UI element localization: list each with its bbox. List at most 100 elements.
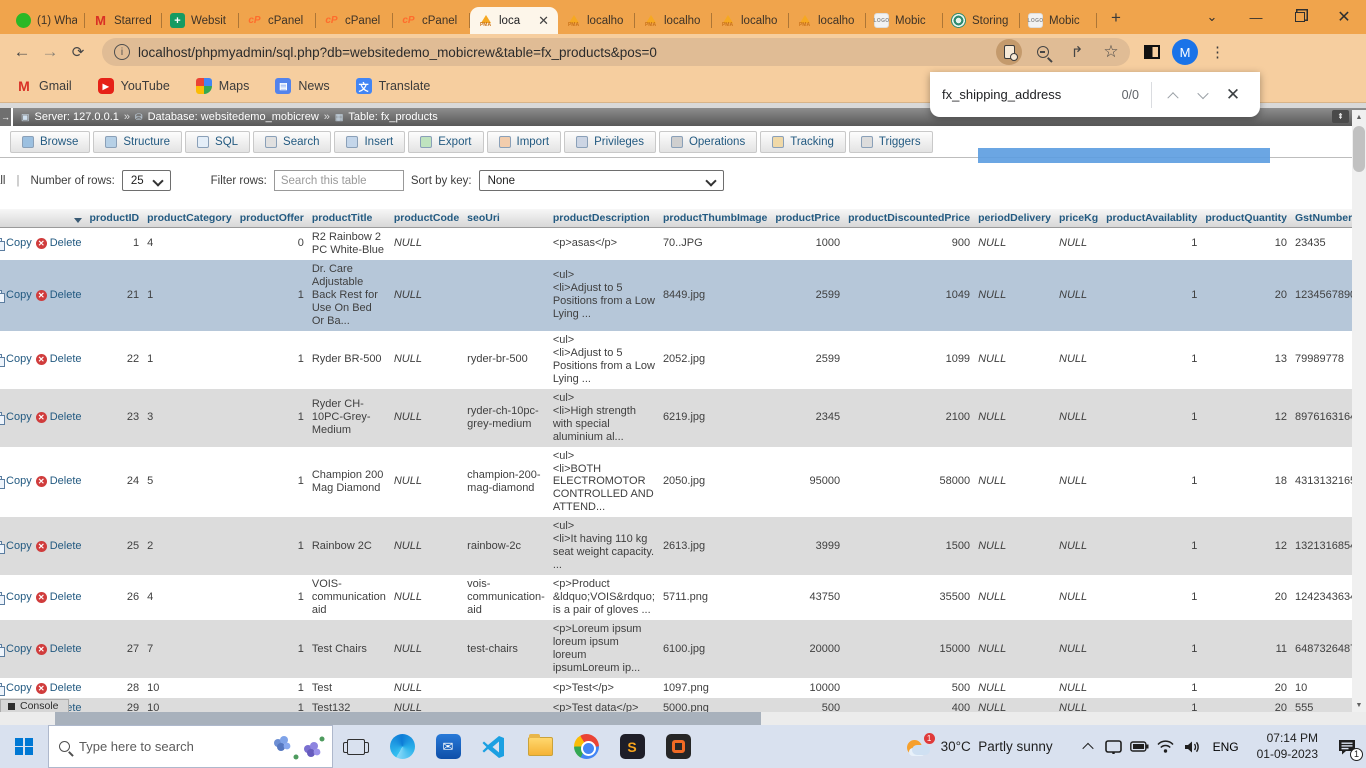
taskbar-app-sublime[interactable]: S — [609, 725, 655, 768]
browser-tab-0[interactable]: (1) Wha — [8, 7, 85, 34]
row-delete-link[interactable]: ✕Delete — [36, 289, 82, 302]
filter-rows-input[interactable] — [274, 170, 404, 191]
sort-by-key-select[interactable]: None — [479, 170, 724, 191]
weather-widget[interactable]: 1 30°C Partly sunny — [907, 736, 1075, 758]
scrollbar-up-arrow[interactable]: ▲ — [1352, 110, 1366, 124]
back-button[interactable]: ← — [8, 38, 36, 66]
browser-tab-7[interactable]: PMAlocalho — [558, 7, 635, 34]
taskbar-app-chrome[interactable] — [563, 725, 609, 768]
forward-button[interactable]: → — [36, 38, 64, 66]
column-header-productTitle[interactable]: productTitle — [308, 209, 390, 228]
find-query-input[interactable]: fx_shipping_address — [942, 87, 1122, 102]
open-nav-panel-icon[interactable]: → — [0, 108, 11, 126]
browser-tab-5[interactable]: cPcPanel — [393, 7, 470, 34]
pma-tab-tracking[interactable]: Tracking — [760, 131, 846, 153]
row-copy-link[interactable]: Copy — [0, 682, 32, 695]
browser-tab-8[interactable]: PMAlocalho — [635, 7, 712, 34]
pma-tab-export[interactable]: Export — [408, 131, 483, 153]
side-panel-icon[interactable] — [1144, 45, 1160, 59]
browser-tab-12[interactable]: Storing — [943, 7, 1020, 34]
bookmark-youtube[interactable]: ▶YouTube — [98, 78, 170, 94]
find-next-button[interactable] — [1188, 80, 1218, 110]
pma-tab-structure[interactable]: Structure — [93, 131, 182, 153]
restore-button[interactable] — [1278, 0, 1322, 34]
profile-avatar[interactable]: M — [1172, 39, 1198, 65]
volume-icon[interactable] — [1179, 725, 1205, 768]
row-delete-link[interactable]: ✕Delete — [36, 643, 82, 656]
start-button[interactable] — [0, 725, 48, 768]
row-delete-link[interactable]: ✕Delete — [36, 540, 82, 553]
row-copy-link[interactable]: Copy — [0, 475, 32, 488]
console-button[interactable]: Console — [0, 699, 69, 713]
row-copy-link[interactable]: Copy — [0, 540, 32, 553]
tray-overflow-chevron-icon[interactable] — [1075, 725, 1101, 768]
scroll-to-top-icon[interactable]: ⇞ — [1332, 110, 1349, 123]
minimize-button[interactable]: — — [1234, 0, 1278, 34]
tab-close-icon[interactable]: ✕ — [537, 13, 550, 29]
notification-center-button[interactable]: 1 — [1328, 725, 1366, 768]
bookmark-star-icon[interactable]: ☆ — [1098, 39, 1124, 65]
row-delete-link[interactable]: ✕Delete — [36, 353, 82, 366]
taskbar-app-mail[interactable]: ✉ — [425, 725, 471, 768]
browser-tab-10[interactable]: PMAlocalho — [789, 7, 866, 34]
bookmark-maps[interactable]: Maps — [196, 78, 250, 94]
bookmark-translate[interactable]: 文Translate — [356, 78, 431, 94]
find-previous-button[interactable] — [1158, 80, 1188, 110]
taskbar-search[interactable]: Type here to search — [48, 725, 333, 768]
row-delete-link[interactable]: ✕Delete — [36, 411, 82, 424]
column-header-productPrice[interactable]: productPrice — [771, 209, 844, 228]
browser-tab-1[interactable]: MStarred — [85, 7, 162, 34]
column-header-productDescription[interactable]: productDescription — [549, 209, 659, 228]
reload-button[interactable]: ⟳ — [64, 38, 92, 66]
row-delete-link[interactable]: ✕Delete — [36, 682, 82, 695]
pma-tab-privileges[interactable]: Privileges — [564, 131, 656, 153]
pma-tab-insert[interactable]: Insert — [334, 131, 405, 153]
browser-tab-6[interactable]: PMAloca✕ — [470, 7, 558, 34]
tab-search-chevron-icon[interactable]: ⌄ — [1190, 0, 1234, 34]
number-of-rows-select[interactable]: 25 — [122, 170, 171, 191]
pma-tab-operations[interactable]: Operations — [659, 131, 757, 153]
row-delete-link[interactable]: ✕Delete — [36, 591, 82, 604]
pma-tab-search[interactable]: Search — [253, 131, 331, 153]
column-header-productDiscountedPrice[interactable]: productDiscountedPrice — [844, 209, 974, 228]
horizontal-scrollbar[interactable] — [0, 712, 1366, 725]
pma-tab-browse[interactable]: Browse — [10, 131, 90, 153]
row-delete-link[interactable]: ✕Delete — [36, 475, 82, 488]
column-header-productOffer[interactable]: productOffer — [236, 209, 308, 228]
address-bar[interactable]: i localhost/phpmyadmin/sql.php?db=websit… — [102, 38, 1130, 66]
cast-icon[interactable] — [1101, 725, 1127, 768]
taskbar-app-explorer[interactable] — [517, 725, 563, 768]
bookmark-news[interactable]: ▤News — [275, 78, 329, 94]
row-copy-link[interactable]: Copy — [0, 289, 32, 302]
zoom-out-icon[interactable] — [1030, 39, 1056, 65]
column-header-productThumbImage[interactable]: productThumbImage — [659, 209, 771, 228]
row-copy-link[interactable]: Copy — [0, 237, 32, 250]
new-tab-button[interactable]: + — [1103, 5, 1129, 31]
select-all-arrow-icon[interactable] — [74, 218, 82, 223]
browser-tab-3[interactable]: cPcPanel — [239, 7, 316, 34]
taskbar-app-orange[interactable] — [655, 725, 701, 768]
row-copy-link[interactable]: Copy — [0, 591, 32, 604]
row-copy-link[interactable]: Copy — [0, 353, 32, 366]
taskbar-app-edge[interactable] — [379, 725, 425, 768]
pma-tab-import[interactable]: Import — [487, 131, 562, 153]
column-header-priceKg[interactable]: priceKg — [1055, 209, 1102, 228]
url-text[interactable]: localhost/phpmyadmin/sql.php?db=websited… — [138, 45, 996, 60]
row-copy-link[interactable]: Copy — [0, 643, 32, 656]
horizontal-scrollbar-thumb[interactable] — [55, 712, 761, 725]
wifi-icon[interactable] — [1153, 725, 1179, 768]
taskbar-app-vscode[interactable] — [471, 725, 517, 768]
find-close-button[interactable]: ✕ — [1218, 80, 1248, 110]
column-header-productCategory[interactable]: productCategory — [143, 209, 236, 228]
share-icon[interactable]: ↱ — [1064, 39, 1090, 65]
column-header-productQuantity[interactable]: productQuantity — [1201, 209, 1291, 228]
column-header-productID[interactable]: productID — [86, 209, 144, 228]
task-view-button[interactable] — [333, 725, 379, 768]
browser-menu-icon[interactable]: ⋮ — [1210, 50, 1224, 55]
vertical-scrollbar-thumb[interactable] — [1353, 126, 1365, 172]
column-header-productAvailablity[interactable]: productAvailablity — [1102, 209, 1201, 228]
browser-tab-11[interactable]: LOGOMobic — [866, 7, 943, 34]
site-info-icon[interactable]: i — [114, 44, 130, 60]
column-header-productCode[interactable]: productCode — [390, 209, 463, 228]
column-header-periodDelivery[interactable]: periodDelivery — [974, 209, 1055, 228]
